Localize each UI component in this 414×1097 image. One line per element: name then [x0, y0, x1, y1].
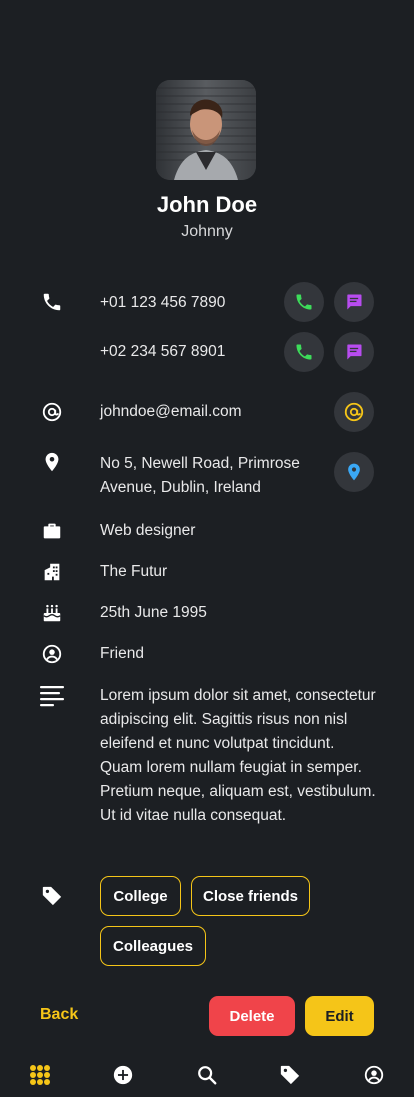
call-icon	[296, 294, 312, 310]
search-icon[interactable]	[195, 1063, 219, 1087]
back-button[interactable]: Back	[40, 1006, 78, 1024]
avatar	[156, 80, 256, 180]
contact-name: John Doe	[156, 192, 258, 217]
delete-button[interactable]: Delete	[209, 996, 295, 1036]
location-pin-icon	[40, 450, 64, 474]
at-icon	[344, 402, 364, 422]
phone-number-2[interactable]: +02 234 567 8901	[100, 340, 225, 364]
briefcase-icon	[40, 519, 64, 543]
add-icon[interactable]	[111, 1063, 135, 1087]
relationship: Friend	[100, 645, 144, 662]
call-button-2[interactable]	[284, 332, 324, 372]
edit-button[interactable]: Edit	[305, 996, 374, 1036]
message-button-2[interactable]	[334, 332, 374, 372]
message-icon	[347, 344, 362, 360]
call-button-1[interactable]	[284, 282, 324, 322]
tag-chip-college[interactable]: College	[100, 876, 181, 916]
cake-icon	[40, 601, 64, 625]
tag-chip-colleagues[interactable]: Colleagues	[100, 926, 206, 966]
tag-chip-close-friends[interactable]: Close friends	[191, 876, 310, 916]
address-line-2: Avenue, Dublin, Ireland	[100, 479, 261, 496]
address-line-1: No 5, Newell Road, Primrose	[100, 455, 300, 472]
profile-icon[interactable]	[362, 1063, 386, 1087]
at-icon	[40, 400, 64, 424]
company-name: The Futur	[100, 563, 168, 580]
building-icon	[40, 560, 64, 584]
message-button-1[interactable]	[334, 282, 374, 322]
phone-icon	[40, 290, 64, 314]
map-button[interactable]	[334, 452, 374, 492]
job-title: Web designer	[100, 522, 196, 539]
person-circle-icon	[40, 642, 64, 666]
call-icon	[296, 344, 312, 360]
birthday: 25th June 1995	[100, 604, 207, 621]
contact-nickname: Johnny	[181, 223, 233, 240]
location-pin-icon	[348, 463, 360, 481]
notes-text: Lorem ipsum dolor sit amet, consectetur …	[100, 687, 376, 824]
notes-lines-icon	[40, 684, 64, 708]
apps-grid-icon[interactable]	[28, 1063, 52, 1087]
tag-icon[interactable]	[278, 1063, 302, 1087]
message-icon	[347, 294, 362, 310]
phone-number-1[interactable]: +01 123 456 7890	[100, 291, 225, 315]
avatar-photo	[156, 80, 256, 180]
email-button[interactable]	[334, 392, 374, 432]
email-address[interactable]: johndoe@email.com	[100, 400, 242, 424]
tag-icon	[40, 884, 64, 908]
